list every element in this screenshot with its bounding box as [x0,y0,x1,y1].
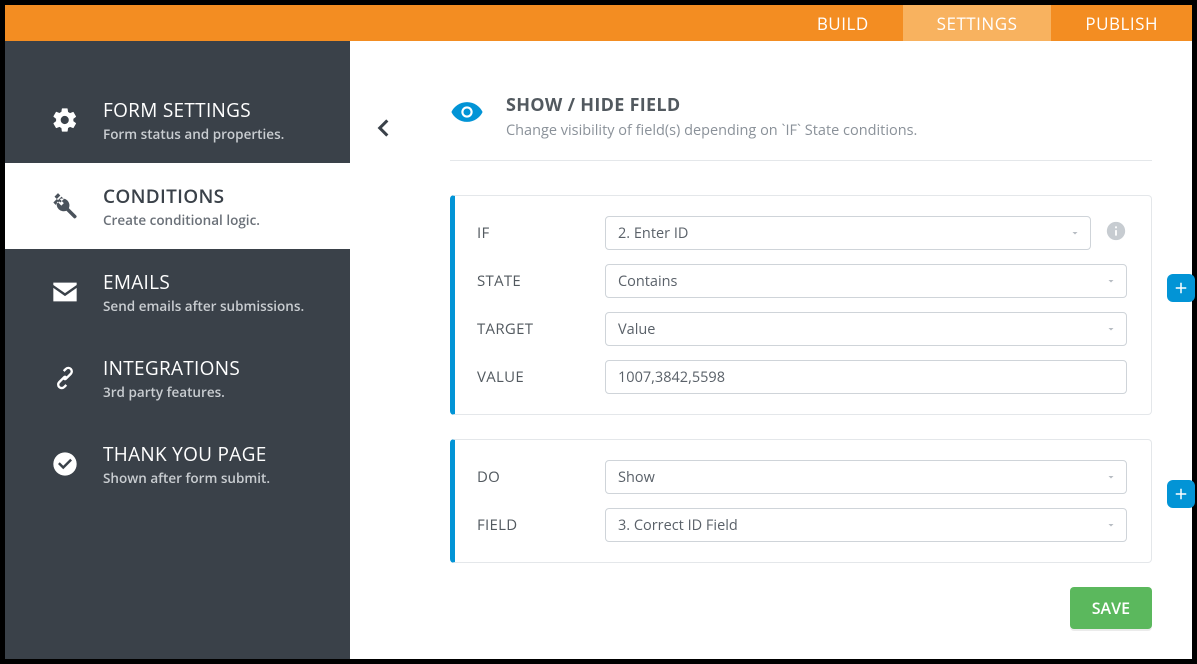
gear-icon [45,106,85,134]
sidebar-item-emails[interactable]: EMAILS Send emails after submissions. [5,249,350,335]
field-label: FIELD [477,515,605,535]
chevron-down-icon [1105,514,1117,536]
chevron-down-icon [1069,222,1081,244]
save-button[interactable]: SAVE [1070,587,1152,629]
sidebar-item-title: FORM SETTINGS [103,97,284,123]
sidebar-item-title: EMAILS [103,269,304,295]
info-icon[interactable] [1105,220,1127,247]
do-action-card: DO Show FIELD 3. Correct ID Field [450,439,1152,563]
do-value: Show [605,460,1127,494]
save-row: SAVE [410,587,1152,629]
state-label: STATE [477,271,605,291]
state-select[interactable]: Contains [605,264,1127,298]
sidebar-item-sub: Create conditional logic. [103,211,260,229]
sidebar-item-sub: Form status and properties. [103,125,284,143]
add-action-button[interactable] [1167,480,1195,508]
link-icon [45,364,85,392]
eye-icon [450,95,484,134]
sidebar-item-sub: 3rd party features. [103,383,240,401]
top-tabs: BUILD SETTINGS PUBLISH [5,5,1192,41]
sidebar-item-title: CONDITIONS [103,183,260,209]
field-value: 3. Correct ID Field [605,508,1127,542]
sidebar-item-thank-you[interactable]: THANK YOU PAGE Shown after form submit. [5,421,350,507]
sidebar-item-title: INTEGRATIONS [103,355,240,381]
add-condition-button[interactable] [1167,274,1195,302]
if-condition-card: IF 2. Enter ID STATE Contains [450,195,1152,415]
value-label: VALUE [477,367,605,387]
target-select[interactable]: Value [605,312,1127,346]
if-field-value: 2. Enter ID [605,216,1091,250]
sidebar-item-sub: Shown after form submit. [103,469,270,487]
target-label: TARGET [477,319,605,339]
chevron-down-icon [1105,270,1117,292]
state-value: Contains [605,264,1127,298]
content-panel: SHOW / HIDE FIELD Change visibility of f… [350,41,1192,659]
do-label: DO [477,467,605,487]
sidebar-item-integrations[interactable]: INTEGRATIONS 3rd party features. [5,335,350,421]
tab-publish[interactable]: PUBLISH [1051,5,1192,41]
tools-icon [45,192,85,220]
panel-title: SHOW / HIDE FIELD [506,93,917,117]
sidebar-item-form-settings[interactable]: FORM SETTINGS Form status and properties… [5,77,350,163]
tab-settings[interactable]: SETTINGS [903,5,1052,41]
do-select[interactable]: Show [605,460,1127,494]
sidebar-item-conditions[interactable]: CONDITIONS Create conditional logic. [5,163,350,249]
chevron-down-icon [1105,466,1117,488]
check-icon [45,450,85,478]
target-value: Value [605,312,1127,346]
field-select[interactable]: 3. Correct ID Field [605,508,1127,542]
value-input[interactable] [605,360,1127,394]
sidebar-item-title: THANK YOU PAGE [103,441,270,467]
tab-build[interactable]: BUILD [783,5,903,41]
if-field-select[interactable]: 2. Enter ID [605,216,1091,250]
panel-header: SHOW / HIDE FIELD Change visibility of f… [450,93,1152,161]
panel-subtitle: Change visibility of field(s) depending … [506,121,917,140]
envelope-icon [45,278,85,306]
if-label: IF [477,223,605,243]
main-body: FORM SETTINGS Form status and properties… [5,41,1192,659]
app-root: BUILD SETTINGS PUBLISH FORM SETTINGS For… [5,5,1192,659]
back-button[interactable] [370,109,396,152]
settings-sidebar: FORM SETTINGS Form status and properties… [5,41,350,659]
chevron-down-icon [1105,318,1117,340]
sidebar-item-sub: Send emails after submissions. [103,297,304,315]
